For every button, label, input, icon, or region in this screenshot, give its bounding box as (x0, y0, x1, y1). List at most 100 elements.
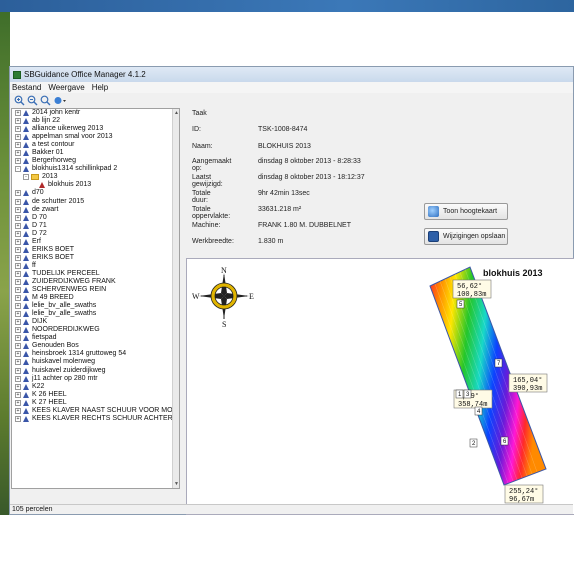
tree-item[interactable]: + ERIKS BOET (12, 246, 179, 254)
expand-icon[interactable]: + (15, 262, 21, 269)
expand-icon[interactable]: + (15, 110, 21, 117)
expand-icon[interactable]: + (15, 222, 21, 229)
tree-item[interactable]: + D 72 (12, 230, 179, 238)
tree-item[interactable]: +2014 john kentr (12, 109, 179, 117)
field-map[interactable]: N S W E blokhuis 2013 56,62° 100,83m 165… (186, 258, 574, 515)
tree-item[interactable]: + SCHERVENWEG REIN (12, 286, 179, 294)
tree-item[interactable]: + TUDELIJK PERCEEL (12, 270, 179, 278)
tree-item[interactable]: + de zwart (12, 206, 179, 214)
marker-2[interactable]: 2 (469, 438, 478, 448)
zoom-fit-icon[interactable] (40, 95, 51, 106)
expand-icon[interactable]: + (15, 254, 21, 261)
marker-7[interactable]: 7 (494, 358, 503, 368)
expand-icon[interactable]: + (15, 134, 21, 141)
expand-icon[interactable]: + (15, 206, 21, 213)
expand-icon[interactable]: + (15, 383, 21, 390)
tree-item[interactable]: + de schutter 2015 (12, 198, 179, 206)
expand-icon[interactable]: + (15, 118, 21, 125)
tree-item[interactable]: + lelie_bv_alle_swaths (12, 310, 179, 318)
menu-help[interactable]: Help (92, 83, 108, 92)
tree-item[interactable]: + Bakker 01 (12, 149, 179, 157)
tree-item[interactable]: + ff (12, 262, 179, 270)
expand-icon[interactable]: + (15, 190, 21, 197)
menu-weergave[interactable]: Weergave (48, 83, 84, 92)
expand-icon[interactable]: + (15, 343, 21, 350)
save-changes-button[interactable]: Wijzigingen opslaan (424, 228, 508, 245)
tree-item[interactable]: + huiskavel molenweg (12, 358, 179, 366)
expand-icon[interactable]: + (15, 327, 21, 334)
expand-icon[interactable]: + (15, 375, 21, 382)
expand-icon[interactable]: + (15, 238, 21, 245)
expand-icon[interactable]: + (15, 214, 21, 221)
expand-icon[interactable]: + (15, 359, 21, 366)
tree-item[interactable]: + K 27 HEEL (12, 399, 179, 407)
expand-icon[interactable]: + (15, 230, 21, 237)
tree-item[interactable]: + Genouden Bos (12, 342, 179, 350)
expand-icon[interactable]: + (15, 303, 21, 310)
tree-item[interactable]: + j11 achter op 280 mtr (12, 375, 179, 383)
tree-item[interactable]: + Bergerhorweg (12, 157, 179, 165)
tree-item[interactable]: + NOORDERDIJKWEG (12, 326, 179, 334)
tree-item[interactable]: - 2013 (12, 173, 179, 181)
tree-item[interactable]: + K22 (12, 383, 179, 391)
tree-item[interactable]: + lelie_bv_alle_swaths (12, 302, 179, 310)
marker-4[interactable]: 4 (474, 406, 483, 416)
tree-item[interactable]: + huiskavel zuiderdijkweg (12, 367, 179, 375)
tree-item[interactable]: + Erf (12, 238, 179, 246)
tree-item[interactable]: - blokhuis1314 schillinkpad 2 (12, 165, 179, 173)
tree-item[interactable]: + D 70 (12, 214, 179, 222)
tree-item[interactable]: + ERIKS BOET (12, 254, 179, 262)
menu-bestand[interactable]: Bestand (12, 83, 41, 92)
expand-icon[interactable]: + (15, 287, 21, 294)
tree-item[interactable]: + K 26 HEEL (12, 391, 179, 399)
expand-icon[interactable]: + (15, 198, 21, 205)
marker-5[interactable]: 5 (456, 299, 465, 309)
field-tree[interactable]: +2014 john kentr + ab lijn 22 + alliance uik… (11, 108, 180, 489)
collapse-icon[interactable]: - (23, 174, 29, 181)
tree-item[interactable]: + KEES KLAVER RECHTS SCHUUR ACHTER (12, 415, 179, 423)
tree-item[interactable]: + alliance uikerweg 2013 (12, 125, 179, 133)
tree-item[interactable]: blokhuis 2013 (12, 181, 179, 189)
zoom-out-icon[interactable] (27, 95, 38, 106)
scroll-down-icon[interactable]: ▼ (173, 481, 179, 487)
tree-scrollbar[interactable]: ▲ ▼ (172, 109, 179, 488)
marker-6[interactable]: 6 (500, 436, 509, 446)
expand-icon[interactable]: + (15, 142, 21, 149)
tree-item[interactable]: + appelman smal voor 2013 (12, 133, 179, 141)
field-map-canvas[interactable]: N S W E blokhuis 2013 56,62° 100,83m 165… (187, 259, 574, 516)
expand-icon[interactable]: + (15, 399, 21, 406)
tree-item[interactable]: + ab lijn 22 (12, 117, 179, 125)
expand-icon[interactable]: + (15, 351, 21, 358)
marker-3[interactable]: 3 (463, 389, 472, 399)
tree-item[interactable]: + KEES KLAVER NAAST SCHUUR VOOR MO (12, 407, 179, 415)
zoom-in-icon[interactable] (14, 95, 25, 106)
tree-item[interactable]: + fietspad (12, 334, 179, 342)
expand-icon[interactable]: + (15, 279, 21, 285)
marker-1[interactable]: 1 (455, 389, 464, 399)
created-label: Aangemaakt op: (192, 158, 232, 172)
globe-icon[interactable] (53, 95, 66, 106)
scroll-up-icon[interactable]: ▲ (173, 110, 179, 116)
expand-icon[interactable]: + (15, 335, 21, 342)
expand-icon[interactable]: + (15, 295, 21, 302)
expand-icon[interactable]: + (15, 246, 21, 253)
expand-icon[interactable]: + (15, 391, 21, 398)
expand-icon[interactable]: + (15, 407, 21, 414)
expand-icon[interactable]: + (15, 158, 21, 165)
expand-icon[interactable]: + (15, 126, 21, 133)
tree-item[interactable]: + d70 (12, 189, 179, 197)
collapse-icon[interactable]: - (15, 166, 21, 173)
tree-item[interactable]: + a test contour (12, 141, 179, 149)
expand-icon[interactable]: + (15, 367, 21, 374)
expand-icon[interactable]: + (15, 270, 21, 277)
tree-item[interactable]: + D 71 (12, 222, 179, 230)
show-height-map-button[interactable]: Toon hoogtekaart (424, 203, 508, 220)
tree-item[interactable]: + heinsbroek 1314 gruttoweg 54 (12, 350, 179, 358)
expand-icon[interactable]: + (15, 150, 21, 157)
tree-item[interactable]: + DIJK (12, 318, 179, 326)
tree-item[interactable]: + ZUIDERDIJKWEG FRANK (12, 278, 179, 286)
expand-icon[interactable]: + (15, 311, 21, 318)
expand-icon[interactable]: + (15, 415, 21, 422)
expand-icon[interactable]: + (15, 319, 21, 326)
tree-item[interactable]: + M 49 BREED (12, 294, 179, 302)
